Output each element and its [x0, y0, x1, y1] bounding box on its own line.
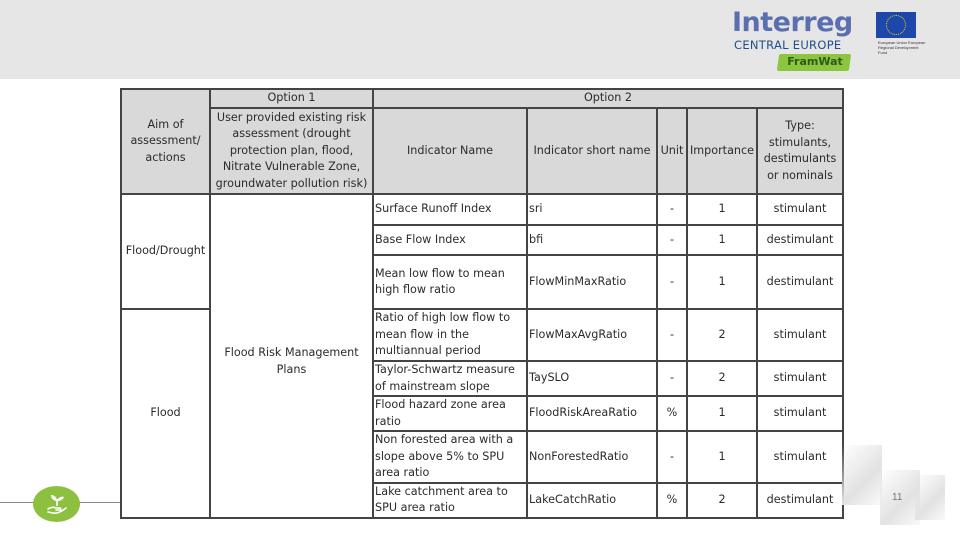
- header-option1: Option 1: [209, 88, 374, 109]
- indicator-short: LakeCatchRatio: [526, 481, 658, 519]
- header-option2: Option 2: [372, 88, 844, 109]
- indicator-short: FloodRiskAreaRatio: [526, 395, 658, 432]
- page-number: 11: [892, 492, 903, 503]
- indicator-importance: 1: [686, 395, 758, 432]
- logo-subtitle: CENTRAL EUROPE: [734, 38, 842, 52]
- logo-eu-text: European Union European Regional Develop…: [878, 40, 926, 55]
- decorative-shape: [842, 445, 882, 505]
- eu-flag-icon: [876, 12, 916, 38]
- indicator-importance: 1: [686, 224, 758, 256]
- indicator-short: bfi: [526, 224, 658, 256]
- indicator-unit: -: [656, 193, 688, 226]
- indicator-type: stimulant: [756, 193, 844, 226]
- indicator-unit: %: [656, 481, 688, 519]
- header-unit: Unit: [656, 107, 688, 195]
- indicator-unit: -: [656, 254, 688, 310]
- header-indicator-short: Indicator short name: [526, 107, 658, 195]
- indicator-importance: 2: [686, 481, 758, 519]
- header-indicator-name: Indicator Name: [372, 107, 528, 195]
- indicator-type: stimulant: [756, 308, 844, 362]
- indicator-short: sri: [526, 193, 658, 226]
- header-importance: Importance: [686, 107, 758, 195]
- header-option1-desc: User provided existing risk assessment (…: [209, 107, 374, 195]
- indicator-unit: -: [656, 308, 688, 362]
- indicator-name: Flood hazard zone area ratio: [372, 395, 528, 432]
- logo-brand: Interreg: [732, 7, 853, 38]
- indicator-type: stimulant: [756, 430, 844, 484]
- header-aim: Aim of assessment/ actions: [120, 88, 211, 195]
- group-flood-drought: Flood/Drought: [120, 193, 211, 310]
- header-type: Type: stimulants, destimulants or nomina…: [756, 107, 844, 195]
- indicator-importance: 1: [686, 254, 758, 310]
- indicator-name: Lake catchment area to SPU area ratio: [372, 481, 528, 519]
- indicator-type: destimulant: [756, 224, 844, 256]
- group-flood: Flood: [120, 308, 211, 519]
- indicator-type: destimulant: [756, 254, 844, 310]
- indicator-importance: 2: [686, 360, 758, 397]
- indicator-type: stimulant: [756, 360, 844, 397]
- group-frmp: Flood Risk Management Plans: [209, 193, 374, 519]
- indicator-short: TaySLO: [526, 360, 658, 397]
- indicator-importance: 1: [686, 430, 758, 484]
- plant-in-hand-icon: [33, 486, 80, 522]
- indicator-unit: -: [656, 224, 688, 256]
- indicator-name: Non forested area with a slope above 5% …: [372, 430, 528, 484]
- indicator-unit: -: [656, 360, 688, 397]
- indicator-name: Taylor-Schwartz measure of mainstream sl…: [372, 360, 528, 397]
- indicator-name: Mean low flow to mean high flow ratio: [372, 254, 528, 310]
- indicator-table: Aim of assessment/ actions Option 1 Opti…: [120, 88, 844, 519]
- indicator-short: FlowMaxAvgRatio: [526, 308, 658, 362]
- indicator-name: Ratio of high low flow to mean flow in t…: [372, 308, 528, 362]
- indicator-name: Surface Runoff Index: [372, 193, 528, 226]
- indicator-type: destimulant: [756, 481, 844, 519]
- indicator-type: stimulant: [756, 395, 844, 432]
- table-row: Flood/Drought Flood Risk Management Plan…: [120, 193, 844, 519]
- indicator-unit: %: [656, 395, 688, 432]
- indicator-importance: 1: [686, 193, 758, 226]
- indicator-importance: 2: [686, 308, 758, 362]
- decorative-shape: [915, 475, 945, 520]
- interreg-framwat-logo: Interreg CENTRAL EUROPE European Union E…: [732, 8, 952, 72]
- indicator-name: Base Flow Index: [372, 224, 528, 256]
- indicator-short: FlowMinMaxRatio: [526, 254, 658, 310]
- indicator-short: NonForestedRatio: [526, 430, 658, 484]
- logo-project: FramWat: [787, 55, 843, 68]
- indicator-unit: -: [656, 430, 688, 484]
